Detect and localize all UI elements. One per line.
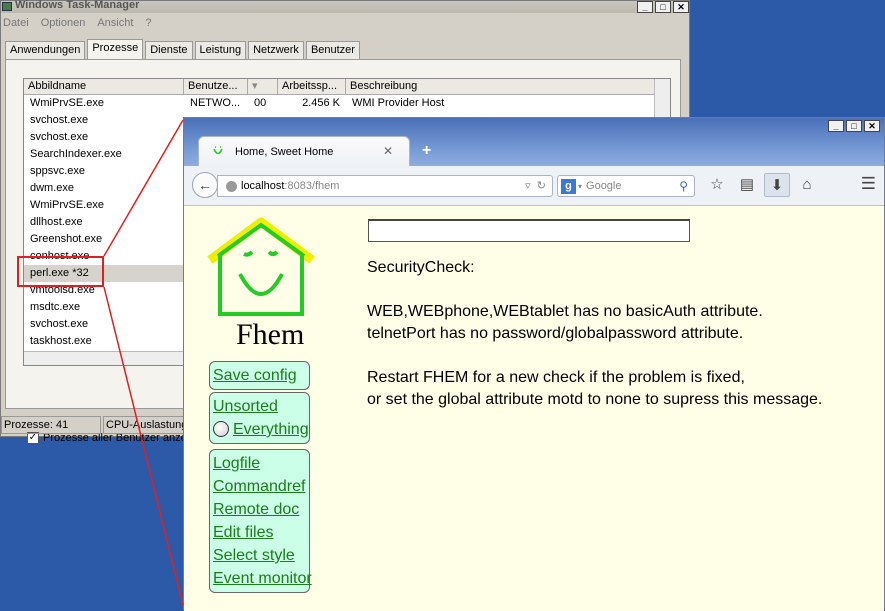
- google-icon[interactable]: g: [561, 178, 576, 194]
- search-dropdown-icon[interactable]: ▾: [578, 182, 582, 191]
- window-title: Windows Task-Manager: [15, 0, 140, 11]
- event-monitor-link[interactable]: Event monitor: [213, 567, 312, 590]
- globe-icon: [213, 421, 229, 437]
- process-name: svchost.exe: [30, 318, 89, 330]
- column-user[interactable]: Benutze...: [184, 79, 248, 94]
- menu-box-config: Save config: [209, 361, 310, 390]
- commandref-link[interactable]: Commandref: [213, 475, 306, 498]
- horizontal-scrollbar[interactable]: [24, 351, 189, 365]
- home-icon[interactable]: ⌂: [794, 173, 820, 197]
- menu-box-tools: Logfile Commandref Remote doc Edit files…: [209, 449, 312, 593]
- process-name: taskhost.exe: [30, 335, 92, 347]
- list-header: Abbildname Benutze... ▾ Arbeitssp... Bes…: [24, 79, 670, 95]
- column-image-name[interactable]: Abbildname: [24, 79, 184, 94]
- process-user: NETWO...: [190, 97, 241, 109]
- menu-help[interactable]: ?: [145, 17, 151, 29]
- process-name: svchost.exe: [30, 131, 89, 143]
- select-style-link[interactable]: Select style: [213, 544, 306, 567]
- download-icon[interactable]: ⬇: [764, 173, 790, 197]
- fhem-logo: Fhem: [206, 216, 316, 351]
- column-cpu[interactable]: ▾: [248, 79, 278, 94]
- message-line-2: telnetPort has no password/globalpasswor…: [367, 325, 744, 342]
- ff-close-button[interactable]: ✕: [864, 120, 880, 132]
- menu-ansicht[interactable]: Ansicht: [97, 17, 133, 29]
- process-cpu: 00: [254, 97, 267, 109]
- search-icon[interactable]: ⚲: [679, 179, 688, 193]
- title-bar[interactable]: Windows Task-Manager _ □ ✕: [1, 0, 689, 13]
- search-box[interactable]: g ▾ Google ⚲: [557, 175, 695, 197]
- tab-netzwerk[interactable]: Netzwerk: [248, 41, 304, 59]
- close-button[interactable]: ✕: [673, 1, 689, 13]
- fhem-favicon-icon: [213, 145, 223, 154]
- edit-files-link[interactable]: Edit files: [213, 521, 306, 544]
- navigation-toolbar: localhost:8083/fhem ▿ ↻ ← g ▾ Google ⚲ ☆…: [184, 166, 884, 206]
- annotation-highlight-box: [17, 256, 104, 287]
- sort-arrow-icon: ▾: [252, 80, 258, 92]
- hamburger-menu-icon[interactable]: ☰: [861, 174, 876, 194]
- new-tab-button[interactable]: +: [422, 142, 431, 160]
- browser-tab[interactable]: Home, Sweet Home ✕: [198, 136, 410, 166]
- security-message: SecurityCheck: WEB,WEBphone,WEBtablet ha…: [367, 257, 822, 411]
- room-everything-label: Everything: [233, 421, 309, 438]
- column-description[interactable]: Beschreibung: [346, 79, 656, 94]
- bookmarks-list-icon[interactable]: ▤: [734, 173, 760, 197]
- process-memory: 2.456 K: [302, 97, 340, 109]
- tab-leistung[interactable]: Leistung: [194, 41, 247, 59]
- ff-maximize-button[interactable]: □: [846, 120, 862, 132]
- command-input[interactable]: [368, 219, 690, 242]
- menu-bar: Datei Optionen Ansicht ?: [1, 13, 689, 33]
- tab-strip: Anwendungen Prozesse Dienste Leistung Ne…: [5, 39, 362, 59]
- bookmark-star-icon[interactable]: ☆: [704, 173, 730, 197]
- column-memory[interactable]: Arbeitssp...: [278, 79, 346, 94]
- tab-close-icon[interactable]: ✕: [383, 144, 393, 158]
- menu-datei[interactable]: Datei: [3, 17, 29, 29]
- room-unsorted-link[interactable]: Unsorted: [213, 395, 306, 418]
- process-name: dllhost.exe: [30, 216, 83, 228]
- taskmanager-icon: [2, 2, 12, 11]
- process-name: svchost.exe: [30, 114, 89, 126]
- back-button[interactable]: ←: [192, 172, 218, 198]
- house-smiley-icon: [207, 217, 315, 316]
- process-name: WmiPrvSE.exe: [30, 199, 104, 211]
- tab-benutzer[interactable]: Benutzer: [305, 41, 360, 59]
- menu-box-rooms: Unsorted Everything: [209, 392, 310, 444]
- process-description: WMI Provider Host: [352, 97, 445, 109]
- process-name: SearchIndexer.exe: [30, 148, 122, 160]
- tab-title: Home, Sweet Home: [235, 145, 334, 158]
- message-line-3: Restart FHEM for a new check if the prob…: [367, 369, 745, 386]
- globe-icon: [226, 180, 237, 192]
- remote-doc-link[interactable]: Remote doc: [213, 498, 306, 521]
- url-host: localhost: [241, 180, 285, 192]
- message-line-1: WEB,WEBphone,WEBtablet has no basicAuth …: [367, 303, 763, 320]
- process-name: Greenshot.exe: [30, 233, 103, 245]
- status-cpu: CPU-Auslastung: [103, 416, 193, 434]
- message-line-4: or set the global attribute motd to none…: [367, 391, 823, 408]
- message-heading: SecurityCheck:: [367, 259, 475, 276]
- save-config-link[interactable]: Save config: [213, 364, 306, 387]
- minimize-button[interactable]: _: [637, 1, 653, 13]
- ff-minimize-button[interactable]: _: [828, 120, 844, 132]
- process-name: sppsvc.exe: [30, 165, 86, 177]
- firefox-window: _ □ ✕ Home, Sweet Home ✕ + localhost:808…: [183, 117, 885, 611]
- tab-anwendungen[interactable]: Anwendungen: [5, 41, 86, 59]
- status-processes: Prozesse: 41: [1, 416, 101, 434]
- url-dropdown-reload-icons[interactable]: ▿ ↻: [525, 179, 546, 192]
- room-everything-link[interactable]: Everything: [213, 418, 309, 441]
- process-name: WmiPrvSE.exe: [30, 97, 104, 109]
- url-bar[interactable]: localhost:8083/fhem ▿ ↻: [217, 175, 553, 197]
- menu-optionen[interactable]: Optionen: [41, 17, 86, 29]
- maximize-button[interactable]: □: [655, 1, 671, 13]
- fhem-logo-text: Fhem: [236, 318, 305, 351]
- process-name: msdtc.exe: [30, 301, 81, 313]
- tab-prozesse[interactable]: Prozesse: [87, 39, 144, 59]
- fhem-page: Fhem Save config Unsorted Everything Log…: [184, 206, 884, 611]
- url-path: :8083/fhem: [284, 180, 340, 192]
- logfile-link[interactable]: Logfile: [213, 452, 306, 475]
- table-row[interactable]: WmiPrvSE.exe NETWO... 00 2.456 K WMI Provide…: [24, 95, 670, 112]
- toolbar-buttons: ☆ ▤ ⬇ ⌂: [704, 173, 820, 197]
- process-name: dwm.exe: [30, 182, 75, 194]
- firefox-titlebar: _ □ ✕ Home, Sweet Home ✕ + localhost:808…: [184, 118, 884, 206]
- tab-dienste[interactable]: Dienste: [145, 41, 193, 59]
- search-placeholder: Google: [586, 180, 622, 192]
